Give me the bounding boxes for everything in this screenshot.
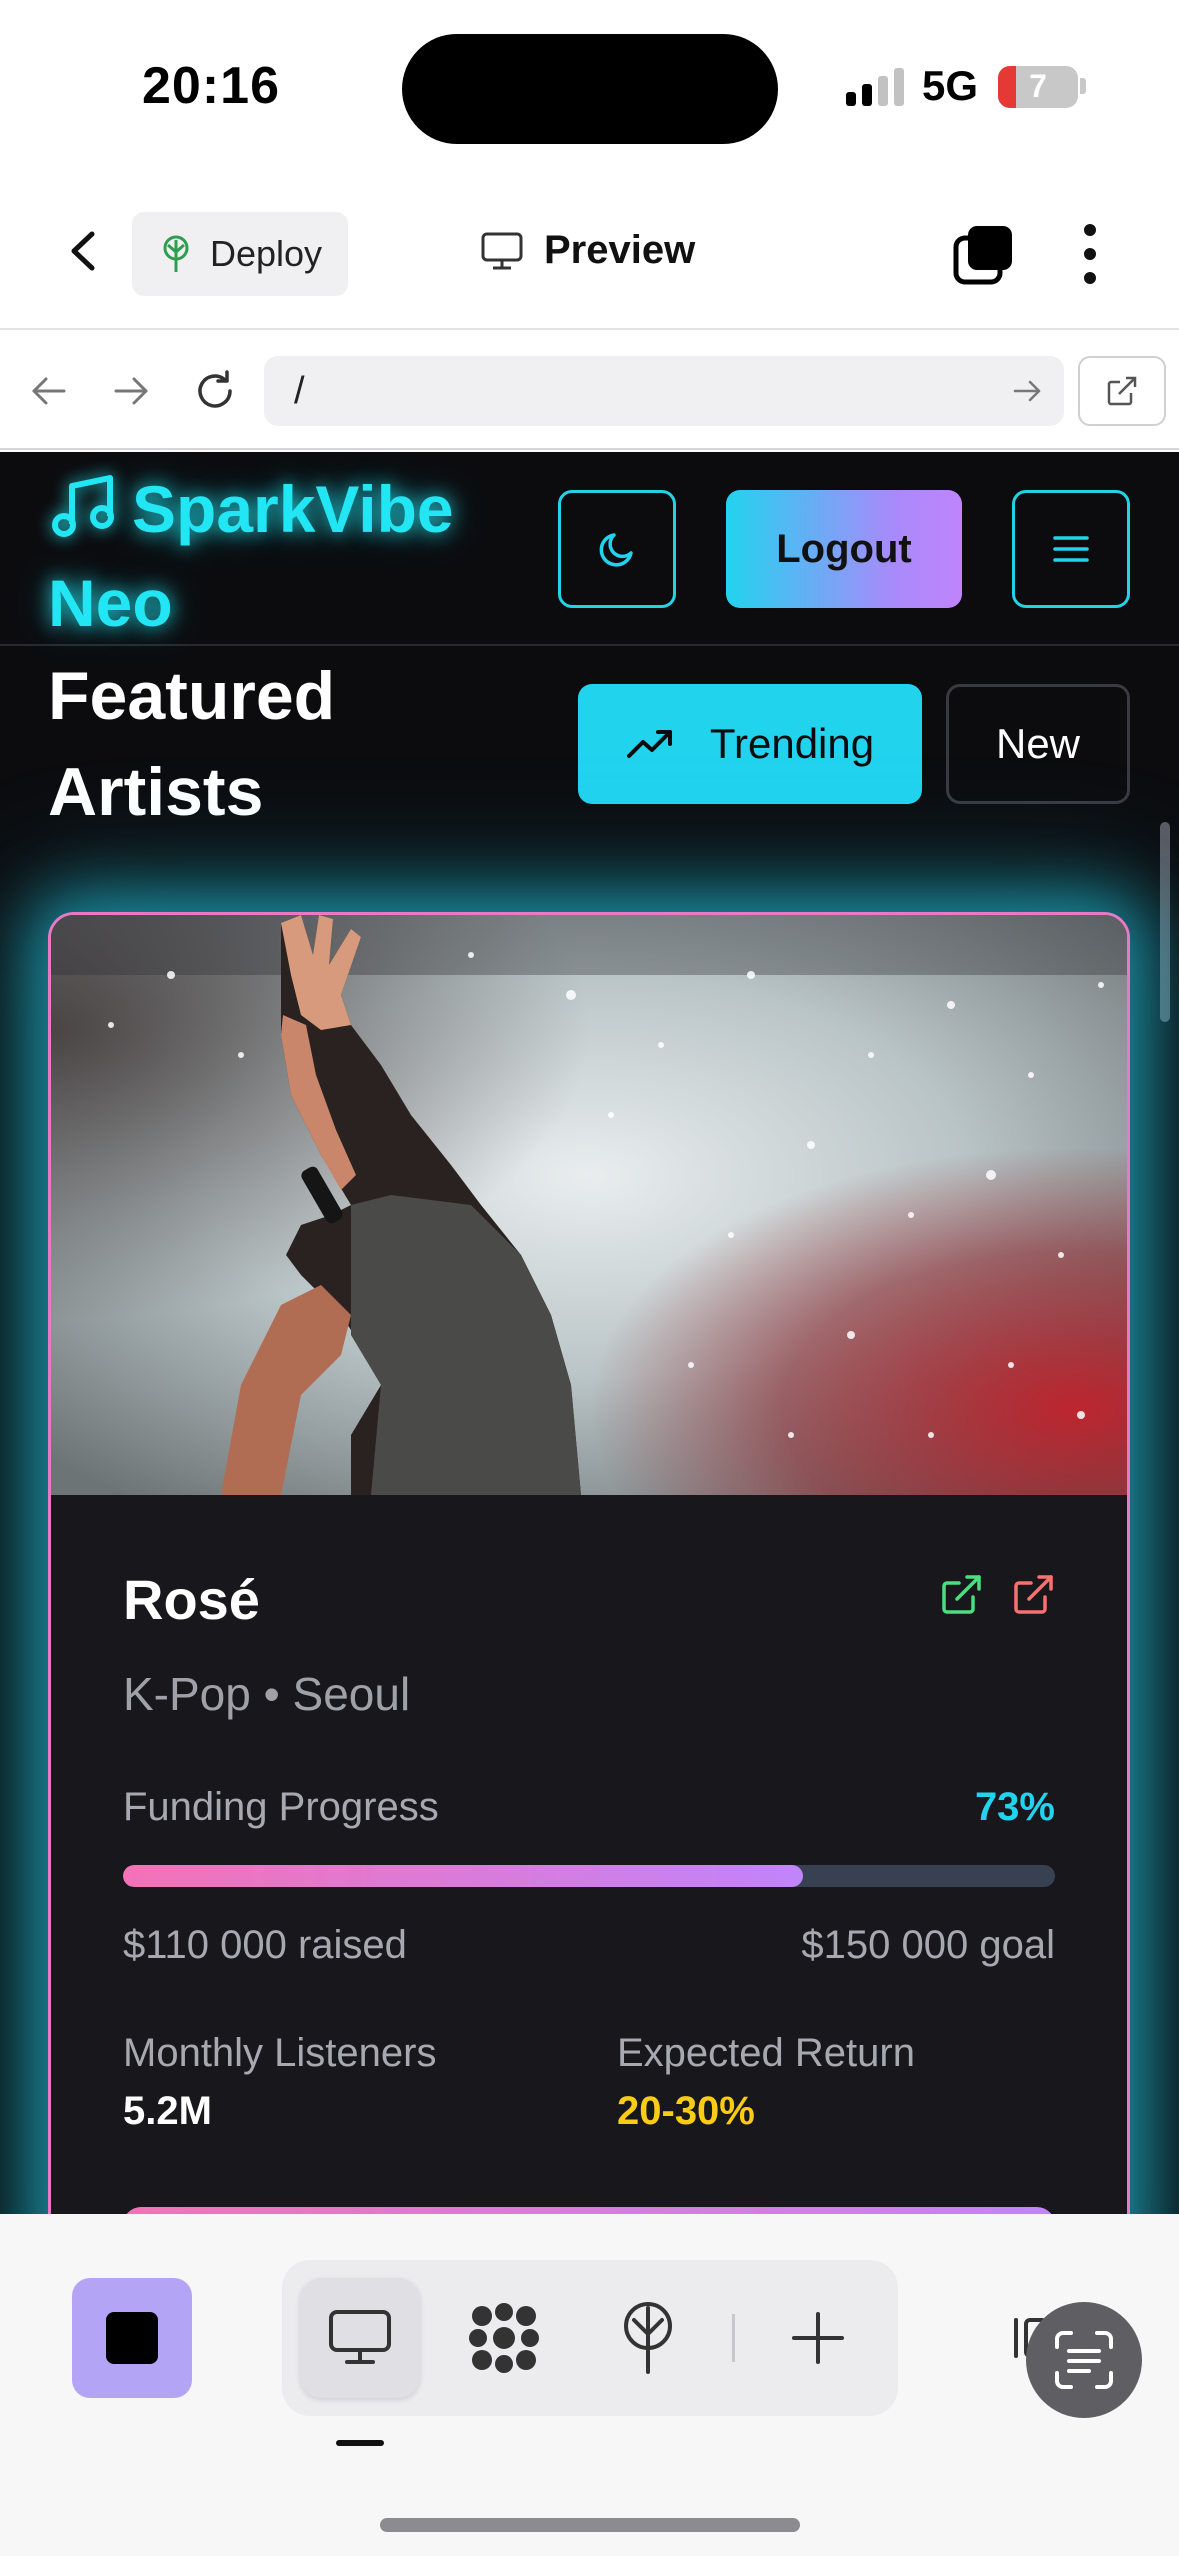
arrow-right-icon[interactable] bbox=[108, 368, 154, 414]
add-button[interactable] bbox=[758, 2278, 878, 2398]
new-filter-button[interactable]: New bbox=[946, 684, 1130, 804]
external-link-icon[interactable] bbox=[939, 1573, 983, 1617]
logout-button[interactable]: Logout bbox=[726, 490, 962, 608]
trending-label: Trending bbox=[709, 720, 875, 767]
site-logo[interactable]: SparkVibe Neo bbox=[48, 462, 568, 650]
scan-text-icon bbox=[1055, 2331, 1113, 2389]
funding-progress-bar bbox=[123, 1865, 1055, 1887]
deploy-view-button[interactable] bbox=[588, 2278, 708, 2398]
trending-filter-button[interactable]: Trending bbox=[578, 684, 922, 804]
preview-label: Preview bbox=[544, 228, 696, 272]
deploy-tree-icon bbox=[624, 2302, 672, 2374]
menu-button[interactable] bbox=[1012, 490, 1130, 608]
url-input[interactable]: / bbox=[264, 356, 1064, 426]
more-vertical-icon[interactable] bbox=[1080, 222, 1100, 286]
trending-up-icon bbox=[626, 730, 672, 758]
active-view-indicator bbox=[336, 2440, 384, 2446]
battery-icon: 7 bbox=[998, 66, 1078, 108]
nodes-icon bbox=[469, 2303, 539, 2373]
scrollbar-thumb[interactable] bbox=[1160, 822, 1170, 1022]
funding-raised: $110 000 raised bbox=[123, 1923, 407, 1967]
nodes-view-button[interactable] bbox=[444, 2278, 564, 2398]
url-text: / bbox=[294, 370, 305, 412]
invest-button[interactable] bbox=[123, 2207, 1055, 2214]
deploy-button[interactable]: Deploy bbox=[132, 212, 348, 296]
hamburger-menu-icon bbox=[1053, 536, 1089, 562]
status-bar: 20:16 5G 7 bbox=[0, 0, 1179, 170]
tabs-icon[interactable] bbox=[952, 224, 1014, 286]
section-title: Featured Artists bbox=[48, 658, 336, 830]
concert-performer-image bbox=[51, 915, 1127, 1495]
external-link-icon bbox=[1107, 376, 1137, 406]
music-note-icon bbox=[52, 475, 114, 537]
divider bbox=[732, 2314, 735, 2362]
funding-goal: $150 000 goal bbox=[801, 1923, 1055, 1967]
deploy-tree-icon bbox=[163, 235, 189, 272]
network-type: 5G bbox=[922, 62, 979, 109]
artist-name: Rosé bbox=[123, 1568, 260, 1631]
arrow-left-icon[interactable] bbox=[26, 368, 72, 414]
plus-icon bbox=[792, 2312, 844, 2364]
return-label: Expected Return bbox=[617, 2031, 915, 2075]
scan-text-button[interactable] bbox=[1026, 2302, 1142, 2418]
monitor-icon bbox=[481, 232, 523, 269]
browser-bar: / bbox=[0, 332, 1179, 450]
return-value: 20-30% bbox=[617, 2089, 755, 2133]
artist-photo bbox=[51, 915, 1127, 1495]
home-indicator[interactable] bbox=[380, 2518, 800, 2532]
moon-icon bbox=[599, 533, 633, 567]
app-toolbar: Deploy Preview bbox=[0, 170, 1179, 330]
stop-button[interactable] bbox=[72, 2278, 192, 2398]
web-preview: SparkVibe Neo Logout Featured Artists Tr… bbox=[0, 452, 1179, 2214]
theme-toggle-button[interactable] bbox=[558, 490, 676, 608]
dynamic-island bbox=[402, 34, 778, 144]
open-external-button[interactable] bbox=[1078, 356, 1166, 426]
preview-view-button[interactable] bbox=[300, 2278, 420, 2398]
battery-level: 7 bbox=[1029, 68, 1047, 104]
reload-icon[interactable] bbox=[192, 368, 238, 414]
preview-tab[interactable]: Preview bbox=[480, 228, 695, 273]
back-chevron-icon[interactable] bbox=[60, 226, 110, 276]
artist-card-body: Rosé K-Pop • Seoul Funding Progress 73% … bbox=[51, 1495, 1127, 2214]
stop-icon bbox=[106, 2312, 158, 2364]
funding-percent: 73% bbox=[974, 1785, 1055, 1829]
listeners-label: Monthly Listeners bbox=[123, 2031, 437, 2075]
status-time: 20:16 bbox=[142, 57, 280, 115]
funding-label: Funding Progress bbox=[123, 1785, 439, 1829]
artist-genre-location: K-Pop • Seoul bbox=[123, 1668, 411, 1720]
external-link-icon[interactable] bbox=[1011, 1573, 1055, 1617]
bottom-toolbar bbox=[0, 2214, 1179, 2556]
signal-icon bbox=[846, 66, 904, 106]
deploy-label: Deploy bbox=[210, 233, 323, 274]
monitor-icon bbox=[329, 2310, 391, 2364]
site-header: SparkVibe Neo Logout bbox=[0, 452, 1179, 646]
view-switcher bbox=[282, 2260, 898, 2416]
funding-progress-fill bbox=[123, 1865, 804, 1887]
arrow-go-icon[interactable] bbox=[1010, 374, 1044, 408]
artist-card[interactable]: Rosé K-Pop • Seoul Funding Progress 73% … bbox=[48, 912, 1130, 2214]
battery-tip bbox=[1080, 78, 1086, 94]
listeners-value: 5.2M bbox=[123, 2089, 212, 2133]
